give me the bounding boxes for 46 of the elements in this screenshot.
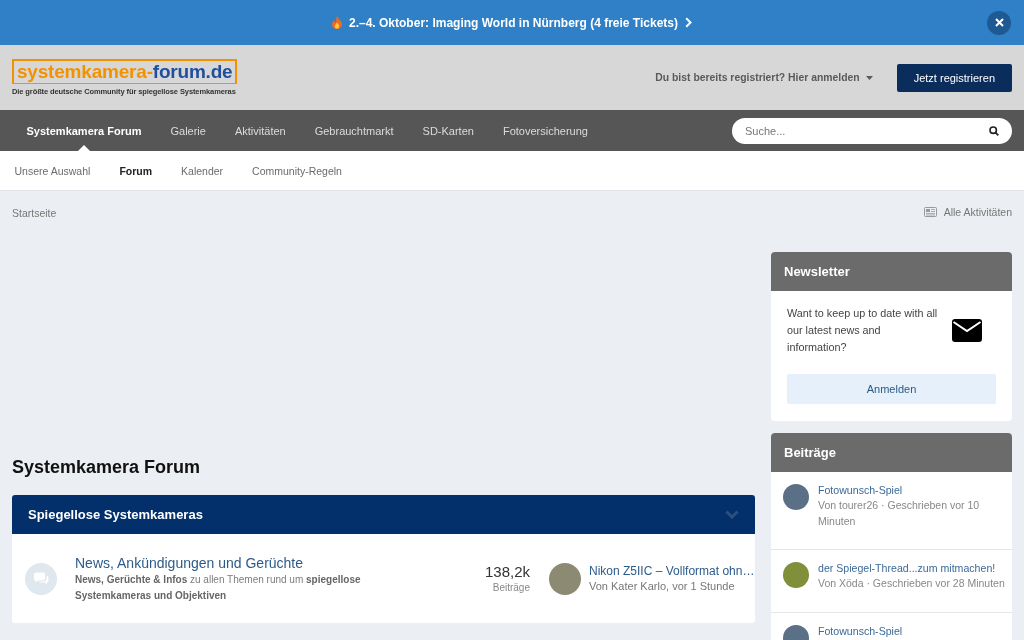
post-meta: Von Xöda · Geschrieben vor 28 Minuten [818, 576, 1005, 591]
category-title: Spiegellose Systemkameras [28, 507, 203, 522]
activity-link[interactable]: Alle Aktivitäten [923, 206, 1012, 218]
nav-tab[interactable]: Systemkamera Forum [12, 110, 156, 151]
flame-icon [332, 16, 342, 29]
post-meta: Von tourer26 · Geschrieben vor 10 Minuten [818, 498, 981, 529]
sub-nav-tab[interactable]: Kalender [166, 151, 238, 190]
nav-tab[interactable]: Fotoversicherung [488, 110, 603, 151]
widget-title: Newsletter [784, 264, 850, 279]
post-title-link[interactable]: Fotowunsch-Spiel [818, 482, 903, 498]
announcement-link[interactable]: 2.–4. Oktober: Imaging World in Nürnberg (4 freie Tickets) [332, 15, 692, 30]
sub-nav-tab[interactable]: Community-Regeln [237, 151, 357, 190]
last-post-meta: Von Kater Karlo, vor 1 Stunde [589, 579, 735, 594]
post-count: 138,2k [484, 562, 530, 581]
caret-down-icon [865, 75, 873, 80]
chat-bubbles-icon [25, 562, 57, 595]
nav-tab[interactable]: SD-Karten [408, 110, 489, 151]
avatar-image [783, 562, 809, 588]
widget-title: Beiträge [784, 445, 837, 460]
logo-wordmark[interactable]: systemkamera-forum.de [12, 59, 238, 84]
forum-title-link[interactable]: News, Ankündigungen und Gerüchte [75, 553, 304, 572]
last-post-link[interactable]: Nikon Z5IIC – Vollformat ohn… [589, 563, 755, 579]
forum-description: News, Gerüchte & Infos zu allen Themen rund um spiegellose Systemkameras und Objektiven [75, 572, 362, 603]
post-title-link[interactable]: der Spiegel-Thread...zum mitmachen! [818, 560, 996, 576]
sub-nav-tab[interactable]: Unsere Auswahl [0, 151, 105, 190]
breadcrumb-link[interactable]: Startseite [12, 207, 57, 219]
post-count-label: Beiträge [492, 581, 530, 595]
avatar-image [783, 484, 809, 510]
search-field[interactable]: Suche... [732, 117, 1012, 144]
nav-tab[interactable]: Galerie [155, 110, 221, 151]
nav-tab[interactable]: Aktivitäten [220, 110, 301, 151]
newsletter-text: Want to keep up to date with all our latest news and information? [787, 306, 939, 355]
avatar-image [549, 562, 581, 595]
login-link[interactable]: Du bist bereits registriert? Hier anmelden [655, 72, 873, 83]
page-title: Systemkamera Forum [12, 456, 201, 479]
close-icon [994, 18, 1004, 27]
subscribe-button[interactable]: Anmelden [787, 374, 996, 404]
newspaper-icon [923, 207, 937, 217]
chevron-right-icon [685, 17, 692, 28]
search-icon [989, 125, 999, 136]
sub-nav-tab[interactable]: Forum [104, 151, 167, 190]
close-button[interactable] [987, 10, 1011, 35]
envelope-icon [952, 319, 982, 342]
register-button[interactable]: Jetzt registrieren [896, 63, 1012, 92]
nav-tab[interactable]: Gebrauchtmarkt [300, 110, 409, 151]
post-title-link[interactable]: Fotowunsch-Spiel [818, 622, 903, 639]
